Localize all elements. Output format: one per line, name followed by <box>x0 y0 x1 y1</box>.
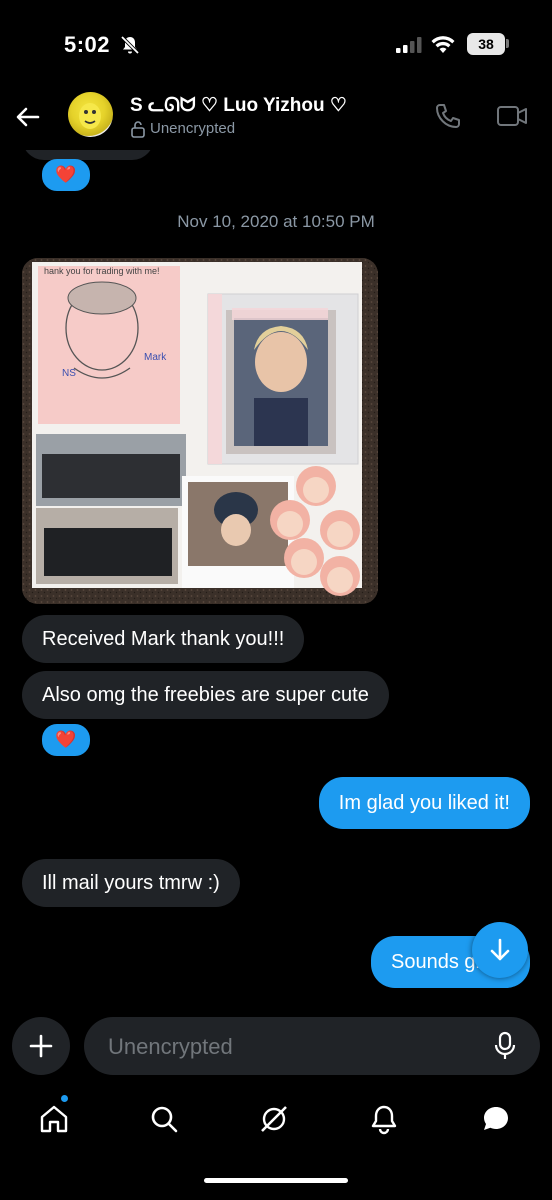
arrow-left-icon <box>16 107 40 127</box>
battery-indicator: 38 <box>467 33 505 55</box>
plus-icon <box>29 1034 53 1058</box>
call-button[interactable] <box>434 102 462 130</box>
status-bar: 5:02 38 <box>0 0 552 90</box>
bell-off-icon <box>120 35 140 60</box>
video-call-button[interactable] <box>496 102 528 130</box>
heart-reaction[interactable]: ❤️ <box>42 159 90 191</box>
message-sent[interactable]: Im glad you liked it! <box>318 777 530 829</box>
message-received[interactable]: Ill mail yours tmrw :) <box>22 859 240 907</box>
home-icon <box>40 1105 68 1133</box>
video-icon <box>497 106 527 126</box>
wifi-icon <box>430 34 456 59</box>
encryption-status: Unencrypted <box>150 120 236 137</box>
tab-grok[interactable] <box>256 1101 292 1137</box>
message-timestamp: Nov 10, 2020 at 10:50 PM <box>177 212 375 231</box>
home-indicator <box>204 1178 348 1183</box>
status-time: 5:02 <box>64 32 111 57</box>
unread-dot <box>61 1095 68 1102</box>
signal-icon <box>396 37 422 58</box>
contact-name[interactable]: S ᓚᘏᗢ ♡ Luo Yizhou ♡ <box>130 94 347 117</box>
phone-icon <box>436 104 460 128</box>
scroll-to-bottom-button[interactable] <box>472 922 528 978</box>
tab-notifications[interactable] <box>366 1101 402 1137</box>
photo-handwritten-note: hank you for trading with me! <box>44 266 160 276</box>
message-composer <box>0 1015 552 1077</box>
message-input-container <box>84 1017 540 1077</box>
message-bubble-icon <box>484 1107 508 1130</box>
message-received[interactable]: Also omg the freebies are super cute <box>22 671 389 719</box>
photo-label-right: Mark <box>144 352 167 363</box>
conversation-header: S ᓚᘏᗢ ♡ Luo Yizhou ♡ Unencrypted <box>0 88 552 150</box>
message-thread[interactable]: ❤️ Nov 10, 2020 at 10:50 PM NS Mark hank… <box>0 150 552 1010</box>
arrow-down-icon <box>490 938 510 961</box>
search-icon <box>151 1106 178 1133</box>
photo-label-left: NS <box>62 368 76 379</box>
back-button[interactable] <box>14 103 42 131</box>
message-received[interactable]: Received Mark thank you!!! <box>22 615 305 663</box>
avatar[interactable] <box>68 92 113 137</box>
battery-tip <box>506 39 509 48</box>
message-input[interactable] <box>106 1017 490 1077</box>
microphone-button[interactable] <box>494 1031 516 1066</box>
message-photo[interactable]: NS Mark hank you for trading with me! <box>22 258 378 604</box>
add-attachment-button[interactable] <box>12 1017 70 1075</box>
unlock-icon <box>130 120 146 143</box>
tab-search[interactable] <box>146 1101 182 1137</box>
microphone-icon <box>494 1031 516 1059</box>
heart-reaction[interactable]: ❤️ <box>42 724 90 756</box>
message-bubble-partial[interactable] <box>22 150 154 160</box>
grok-icon <box>261 1106 287 1132</box>
bell-icon <box>371 1105 397 1135</box>
tab-home[interactable] <box>36 1101 72 1137</box>
tab-messages[interactable] <box>478 1101 514 1137</box>
